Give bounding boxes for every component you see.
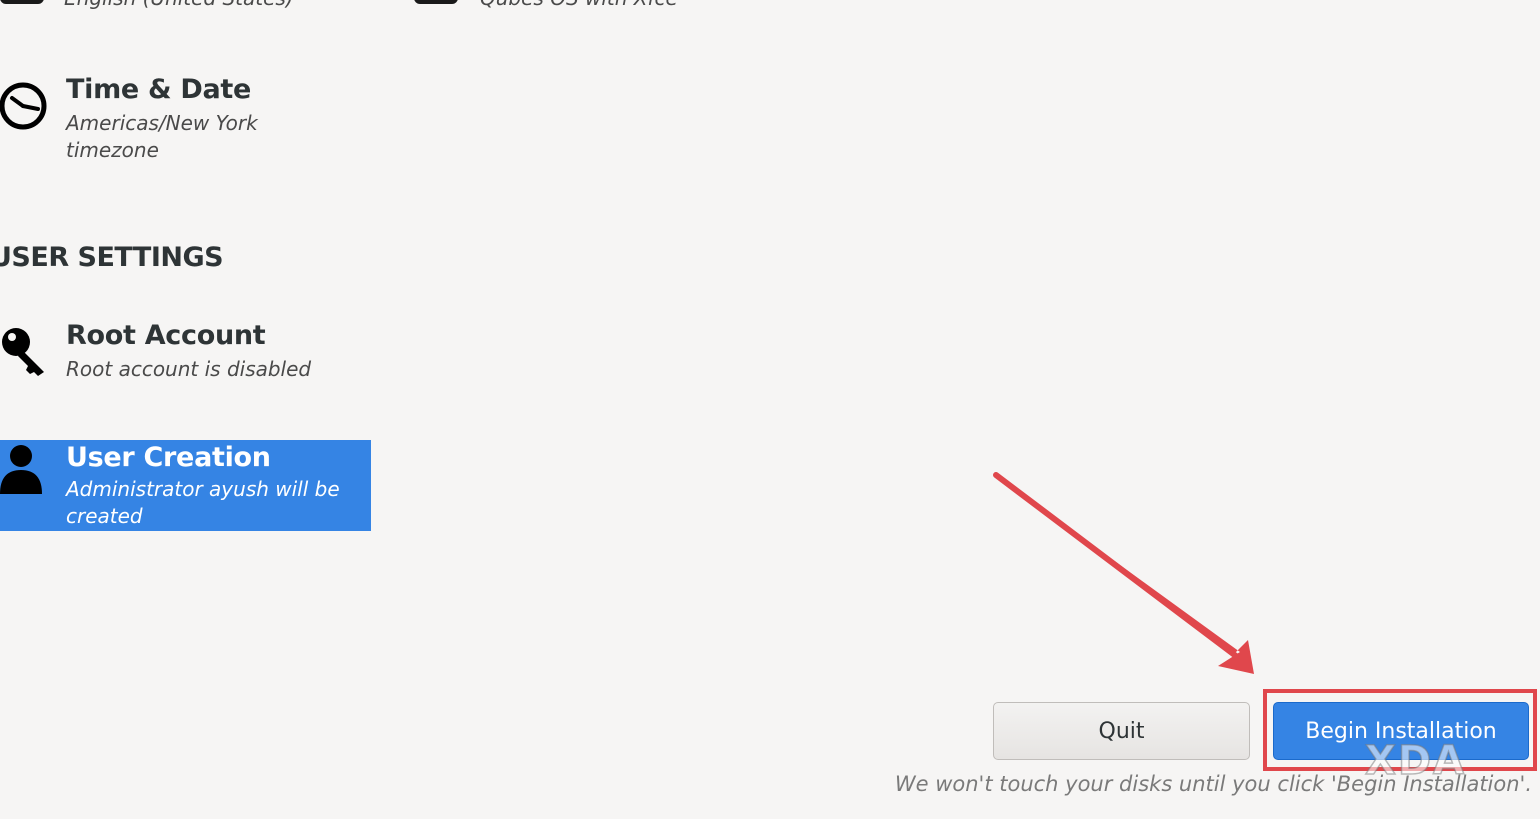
keyboard-icon [0,0,44,4]
footer-note: We won't touch your disks until you clic… [894,772,1532,796]
language-status: English (United States) [64,0,294,10]
spoke-title: User Creation [66,442,271,473]
installation-summary-screen: English (United States) Qubes OS with Xf… [0,0,1540,819]
key-icon [0,324,52,384]
spoke-user-creation[interactable]: User Creation Administrator ayush will b… [0,440,371,531]
spoke-status: Administrator ayush will be created [66,477,340,528]
spoke-title: Root Account [66,320,266,351]
clock-icon [0,78,52,138]
software-icon [414,0,458,4]
spoke-status: Americas/New York timezone [66,111,258,162]
spoke-title: Time & Date [66,74,252,105]
software-status: Qubes OS with Xfce [480,0,678,10]
begin-installation-button[interactable]: Begin Installation [1273,702,1529,760]
spoke-root-account[interactable]: Root Account Root account is disabled [0,320,371,410]
user-icon [0,442,52,502]
quit-button[interactable]: Quit [993,702,1250,760]
section-heading-user-settings: USER SETTINGS [0,242,224,273]
spoke-time-date[interactable]: Time & Date Americas/New York timezone [0,74,371,164]
spoke-status: Root account is disabled [66,357,312,381]
